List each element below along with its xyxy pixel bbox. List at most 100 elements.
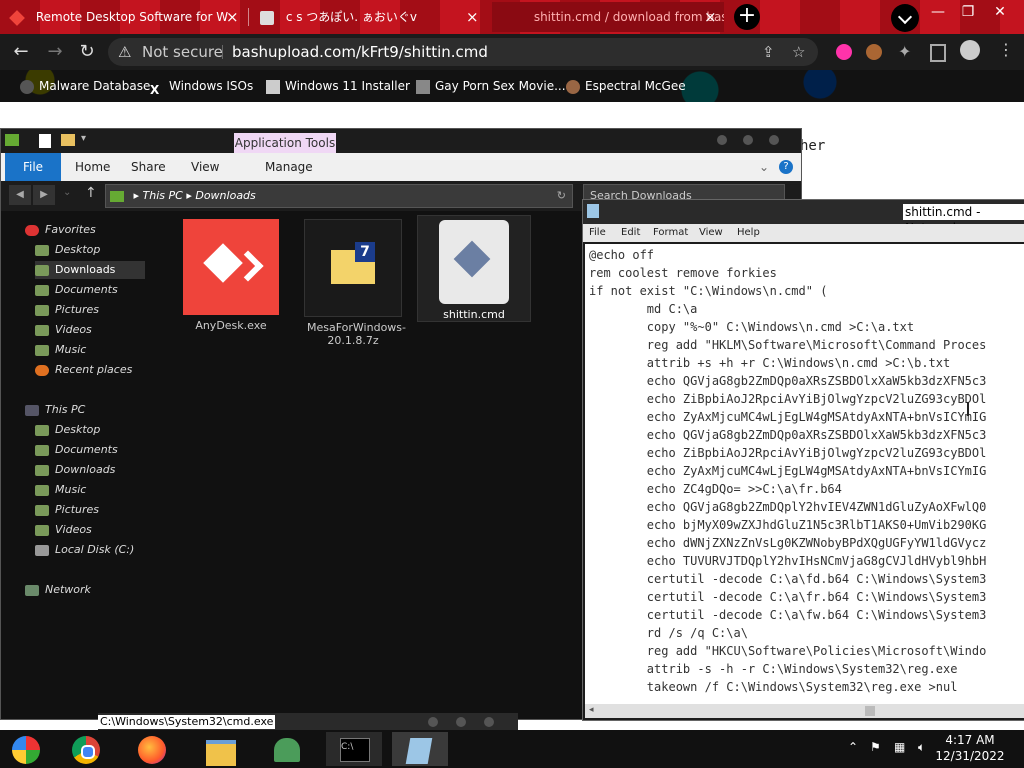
bookmark-malware-db[interactable]: Malware Database: [20, 76, 150, 96]
tab-share[interactable]: Share: [131, 153, 166, 181]
reload-icon[interactable]: ↻: [76, 42, 98, 64]
tab-file[interactable]: File: [5, 153, 61, 181]
forward-arrow-icon[interactable]: →: [44, 42, 66, 64]
nav-pc-music[interactable]: Music: [35, 481, 86, 499]
nav-fav-desktop[interactable]: Desktop: [35, 241, 100, 259]
horizontal-scrollbar[interactable]: ◂: [585, 704, 1024, 718]
bookmark-win11[interactable]: Windows 11 Installer: [266, 76, 410, 96]
file-item[interactable]: 7 MesaForWindows-20.1.8.7z: [293, 219, 413, 347]
new-tab-button[interactable]: +: [734, 4, 760, 30]
volume-icon[interactable]: 🔈︎: [918, 740, 925, 755]
taskbar-cmd[interactable]: C:\: [326, 732, 382, 766]
bookmark-espectral[interactable]: Espectral McGee: [566, 76, 686, 96]
close-window-button[interactable]: ✕: [986, 2, 1014, 22]
nav-fav-downloads[interactable]: Downloads: [35, 261, 145, 279]
code-line: echo QGVjaG8gb2ZmDQp0aXRsZSBDOlxXaW5kb3d…: [589, 428, 987, 442]
nav-pc-documents[interactable]: Documents: [35, 441, 118, 459]
share-icon[interactable]: ⇪: [762, 38, 775, 66]
close-button[interactable]: [484, 717, 494, 727]
tab-manage[interactable]: Manage: [265, 153, 313, 181]
taskbar-chrome[interactable]: [60, 732, 116, 766]
tab-bashupload[interactable]: shittin.cmd / download from bas ×: [492, 2, 724, 32]
sidepanel-icon[interactable]: [930, 44, 946, 62]
tab-close-icon[interactable]: ×: [466, 2, 479, 32]
extension-icon[interactable]: [866, 44, 882, 60]
bookmark-star-icon[interactable]: ☆: [792, 38, 805, 66]
nav-fav-music[interactable]: Music: [35, 341, 86, 359]
address-bar[interactable]: ⚠ Not secure bashupload.com/kFrt9/shitti…: [108, 38, 818, 66]
taskbar-users[interactable]: [260, 732, 316, 766]
notepad-text-area[interactable]: @echo off rem coolest remove forkies if …: [585, 244, 1024, 704]
url-text[interactable]: bashupload.com/kFrt9/shittin.cmd: [232, 38, 488, 66]
bookmark-movie[interactable]: Gay Porn Sex Movie...: [416, 76, 566, 96]
cmd-window-strip[interactable]: C:\Windows\System32\cmd.exe: [98, 713, 518, 731]
chevron-down-icon[interactable]: ⌄: [63, 187, 71, 198]
file-item-selected[interactable]: shittin.cmd: [417, 215, 531, 322]
nav-fav-pictures[interactable]: Pictures: [35, 301, 99, 319]
breadcrumb-downloads[interactable]: Downloads: [195, 189, 255, 202]
file-item[interactable]: AnyDesk.exe: [171, 219, 291, 332]
refresh-icon[interactable]: ↻: [557, 185, 566, 207]
nav-fav-videos[interactable]: Videos: [35, 321, 92, 339]
taskbar-notepad[interactable]: [392, 732, 448, 766]
menu-kebab-icon[interactable]: ⋮: [998, 40, 1014, 59]
extension-icon[interactable]: [836, 44, 852, 60]
new-folder-icon[interactable]: [61, 134, 75, 146]
tab-anydesk[interactable]: Remote Desktop Software for W ×: [0, 2, 244, 32]
tray-chevron-up-icon[interactable]: ⌃: [848, 740, 858, 754]
help-icon[interactable]: ?: [779, 160, 793, 174]
chevron-down-icon[interactable]: ▾: [81, 133, 86, 144]
menu-file[interactable]: File: [589, 224, 606, 242]
maximize-button[interactable]: ❐: [954, 2, 982, 22]
minimize-button[interactable]: [428, 717, 438, 727]
nav-fav-recent[interactable]: Recent places: [35, 361, 132, 379]
network-icon[interactable]: ▦: [894, 740, 905, 754]
nav-fav-documents[interactable]: Documents: [35, 281, 118, 299]
flag-icon[interactable]: ⚑: [870, 740, 881, 754]
tab-view[interactable]: View: [191, 153, 219, 181]
scroll-left-arrow-icon[interactable]: ◂: [589, 705, 594, 715]
tab-search-icon[interactable]: [891, 4, 919, 32]
menu-view[interactable]: View: [699, 224, 723, 242]
minimize-button[interactable]: —: [924, 2, 952, 22]
nav-pc-desktop[interactable]: Desktop: [35, 421, 100, 439]
tab-close-icon[interactable]: ×: [704, 2, 717, 32]
taskbar-firefox[interactable]: [126, 732, 182, 766]
up-arrow-icon[interactable]: ↑: [85, 185, 97, 201]
menu-help[interactable]: Help: [737, 224, 760, 242]
menu-format[interactable]: Format: [653, 224, 688, 242]
bookmark-windows-isos[interactable]: X Windows ISOs: [150, 76, 253, 97]
nav-pc-local-disk[interactable]: Local Disk (C:): [35, 541, 134, 559]
back-arrow-icon[interactable]: ←: [10, 42, 32, 64]
warning-icon[interactable]: ⚠: [118, 38, 131, 66]
tab-close-icon[interactable]: ×: [226, 2, 239, 32]
nav-pc-pictures[interactable]: Pictures: [35, 501, 99, 519]
profile-avatar[interactable]: [960, 40, 980, 60]
desktop-icon: [35, 244, 49, 256]
chevron-down-icon[interactable]: ⌄: [759, 153, 769, 181]
explorer-address-input[interactable]: ▸ This PC ▸ Downloads ↻: [105, 184, 573, 208]
close-button[interactable]: [769, 135, 779, 145]
security-label[interactable]: Not secure: [142, 38, 223, 66]
forward-arrow-icon[interactable]: ▶: [33, 185, 55, 205]
nav-network[interactable]: Network: [25, 581, 91, 599]
menu-edit[interactable]: Edit: [621, 224, 640, 242]
nav-pc-videos[interactable]: Videos: [35, 521, 92, 539]
taskbar-file-explorer[interactable]: [194, 732, 250, 766]
notepad-title-bar[interactable]: shittin.cmd - Notepad: [583, 200, 1024, 235]
nav-favorites[interactable]: Favorites: [25, 221, 96, 239]
minimize-button[interactable]: [717, 135, 727, 145]
puzzle-extensions-icon[interactable]: ✦: [898, 42, 911, 61]
start-button[interactable]: [0, 732, 56, 766]
back-arrow-icon[interactable]: ◀: [9, 185, 31, 205]
breadcrumb-this-pc[interactable]: This PC: [143, 189, 183, 202]
scrollbar-thumb[interactable]: [865, 706, 875, 716]
maximize-button[interactable]: [743, 135, 753, 145]
properties-icon[interactable]: [39, 134, 51, 148]
tab-home[interactable]: Home: [75, 153, 110, 181]
tab-tumblr[interactable]: c s つあぽい. ぁおいぐv ×: [250, 2, 486, 32]
maximize-button[interactable]: [456, 717, 466, 727]
taskbar-clock[interactable]: 4:17 AM 12/31/2022: [930, 732, 1010, 764]
nav-this-pc[interactable]: This PC: [25, 401, 85, 419]
nav-pc-downloads[interactable]: Downloads: [35, 461, 115, 479]
